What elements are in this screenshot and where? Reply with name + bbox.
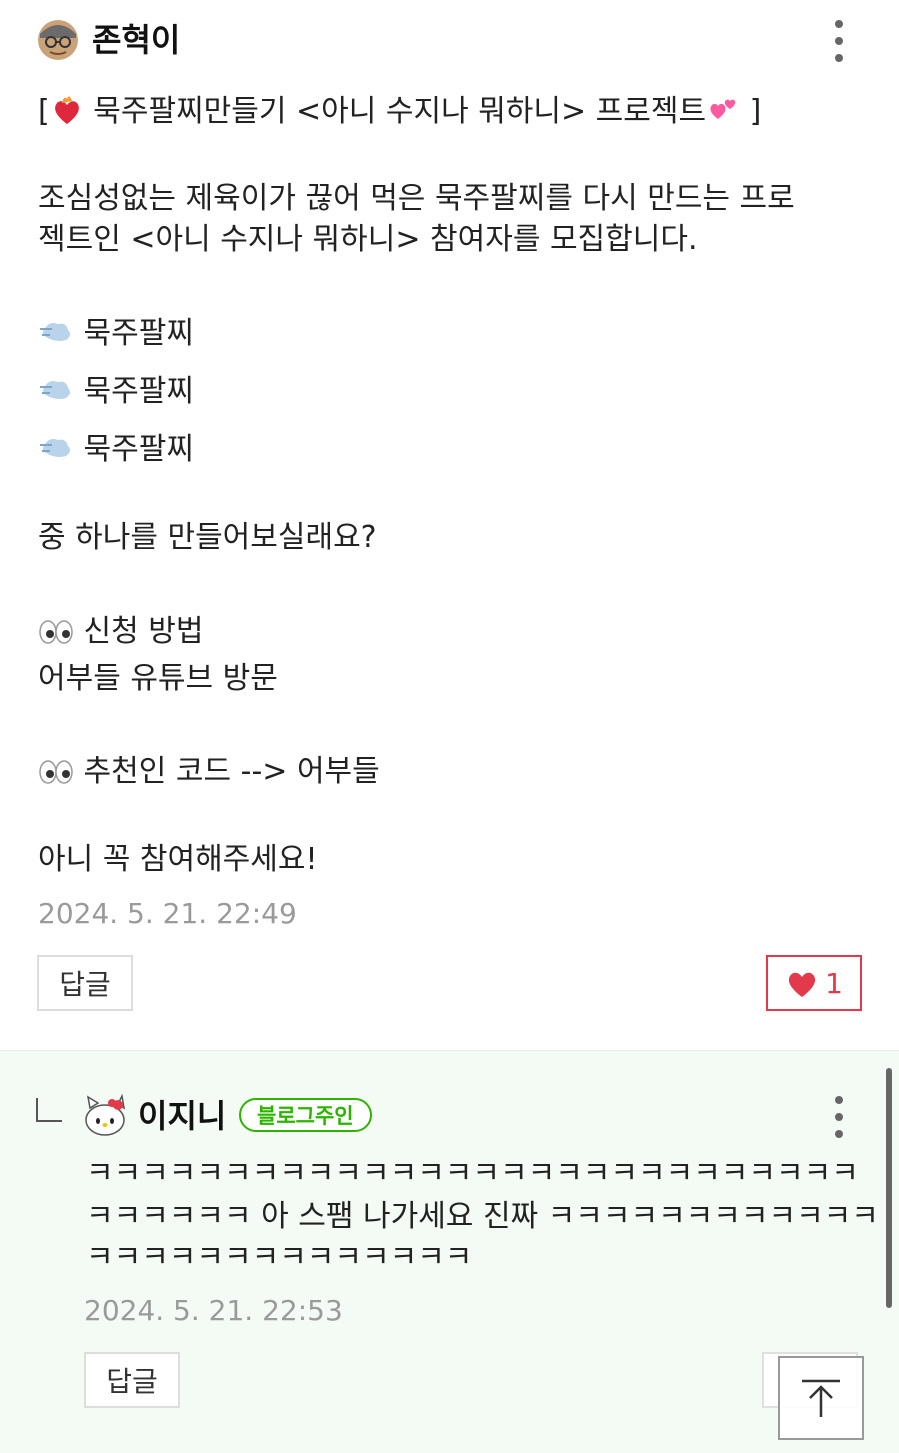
eyes-emoji	[39, 760, 73, 784]
comment-body-line: 중 하나를 만들어보실래요?	[38, 520, 377, 555]
eyes-emoji	[39, 620, 73, 644]
blog-owner-badge: 블로그주인	[239, 1098, 372, 1132]
more-options-icon[interactable]	[833, 1096, 845, 1138]
reply-button[interactable]: 답글	[37, 955, 133, 1011]
list-item: 묵주팔찌	[38, 314, 194, 354]
dash-emoji	[40, 381, 71, 399]
comment-date: 2024. 5. 21. 22:49	[38, 897, 297, 930]
bracket-close: ]	[749, 94, 762, 129]
bracket-open: [	[38, 94, 50, 129]
comment-body-line: 어부들 유튜브 방문	[38, 661, 278, 696]
referral-label: 추천인 코드 --> 어부들	[83, 754, 380, 789]
scrollbar[interactable]	[886, 1068, 892, 1308]
list-item-label: 묵주팔찌	[83, 316, 194, 351]
avatar-icon[interactable]	[36, 18, 80, 62]
comment-body-line: 조심성없는 제육이가 끊어 먹은 묵주팔찌를 다시 만드는 프로	[38, 181, 795, 216]
comment-body-line: 젝트인 <아니 수지나 뭐하니> 참여자를 모집합니다.	[38, 222, 698, 257]
reply-body-line: ㅋㅋㅋㅋㅋㅋㅋㅋㅋㅋㅋㅋㅋㅋㅋㅋㅋㅋㅋㅋㅋㅋㅋㅋㅋㅋㅋㅋ	[86, 1156, 859, 1191]
signup-heading: 신청 방법	[38, 612, 203, 652]
list-item: 묵주팔찌	[38, 372, 194, 412]
list-item-label: 묵주팔찌	[83, 432, 194, 467]
comment: 존혁이 [ 묵주팔찌만들기 <아니 수지나 뭐하니> 프로젝트 ] 조심성없는 …	[0, 0, 899, 1048]
like-button[interactable]: 1	[766, 955, 862, 1011]
more-options-icon[interactable]	[833, 20, 845, 62]
reply-arrow-icon	[36, 1098, 62, 1122]
dash-emoji	[40, 323, 71, 341]
hearts-emoji	[710, 99, 736, 119]
scroll-top-button[interactable]	[778, 1356, 864, 1440]
reply-author[interactable]: 이지니	[138, 1094, 226, 1138]
list-item: 묵주팔찌	[38, 430, 194, 470]
reply-body-line: ㅋㅋㅋㅋㅋㅋㅋㅋㅋㅋㅋㅋㅋㅋ	[86, 1240, 473, 1275]
list-item-label: 묵주팔찌	[83, 374, 194, 409]
signup-heading-label: 신청 방법	[83, 614, 204, 649]
reply-button[interactable]: 답글	[84, 1352, 180, 1408]
dash-emoji	[40, 439, 71, 457]
referral-line: 추천인 코드 --> 어부들	[38, 752, 380, 792]
comment-body-line: 아니 꼭 참여해주세요!	[38, 842, 318, 877]
title-text: 묵주팔찌만들기 <아니 수지나 뭐하니> 프로젝트	[93, 94, 707, 129]
heart-icon	[788, 972, 816, 997]
comment-author[interactable]: 존혁이	[92, 18, 180, 62]
like-count: 1	[825, 966, 843, 1000]
reply-body-line: ㅋㅋㅋㅋㅋㅋ 아 스팸 나가세요 진짜 ㅋㅋㅋㅋㅋㅋㅋㅋㅋㅋㅋㅋ	[86, 1199, 879, 1234]
reply-date: 2024. 5. 21. 22:53	[84, 1294, 343, 1327]
heart-fire-emoji	[54, 96, 79, 124]
scroll-top-icon	[802, 1379, 840, 1417]
comment-title-line: [ 묵주팔찌만들기 <아니 수지나 뭐하니> 프로젝트 ]	[38, 92, 761, 132]
hello-kitty-avatar[interactable]	[82, 1094, 128, 1138]
